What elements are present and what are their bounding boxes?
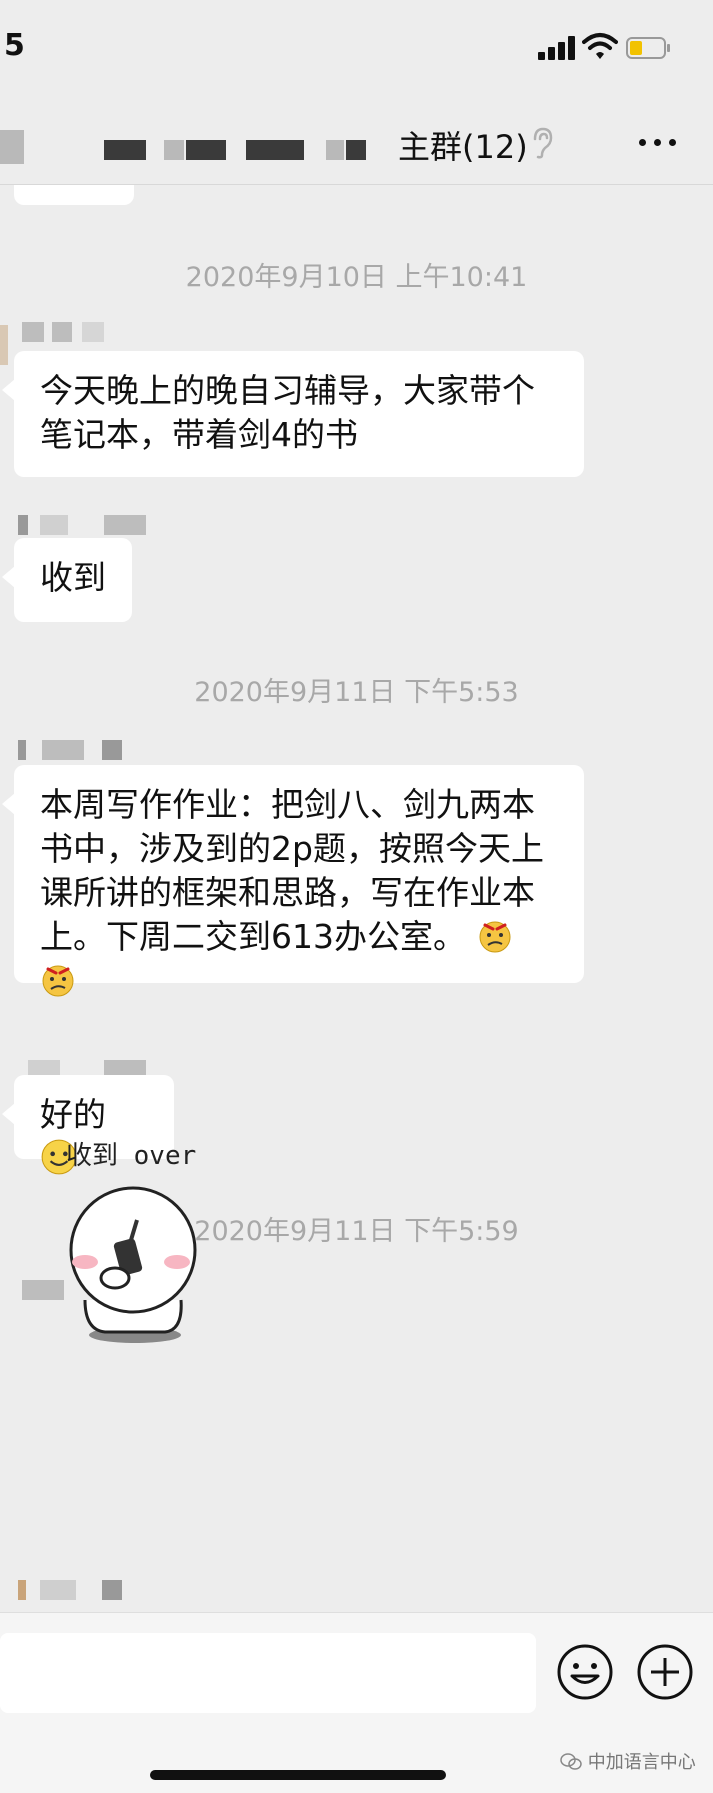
signal-icon xyxy=(538,36,576,60)
redacted-name xyxy=(326,140,344,160)
ear-icon xyxy=(533,127,553,159)
redacted-name xyxy=(346,140,366,160)
walkie-talkie-sticker[interactable] xyxy=(55,1180,215,1350)
sender-name xyxy=(18,515,148,537)
message-text: 本周写作作业：把剑八、剑九两本书中，涉及到的2p题，按照今天上课所讲的框架和思路… xyxy=(40,785,544,956)
status-time: 5 xyxy=(4,28,25,63)
timestamp: 2020年9月10日 上午10:41 xyxy=(185,262,528,293)
timestamp: 2020年9月11日 下午5:53 xyxy=(194,677,519,708)
sender-name xyxy=(18,740,148,762)
avatar xyxy=(0,325,8,365)
battery-icon xyxy=(626,37,670,59)
home-indicator[interactable] xyxy=(150,1770,446,1780)
cropped-message-bubble xyxy=(14,185,134,205)
plus-button[interactable] xyxy=(636,1643,694,1701)
message-bubble[interactable]: 收到 xyxy=(2,538,132,622)
sender-name xyxy=(22,322,142,344)
message-text: 好的 xyxy=(40,1095,106,1134)
emoji-button[interactable] xyxy=(556,1643,614,1701)
redacted-name xyxy=(104,140,146,160)
status-bar: 5 xyxy=(0,0,713,100)
frowning-face-emoji xyxy=(479,921,510,953)
wifi-icon xyxy=(582,33,618,59)
redacted-name xyxy=(186,140,226,160)
chat-header: 主群(12) xyxy=(0,100,713,185)
watermark: 中加语言中心 xyxy=(560,1748,696,1774)
back-button[interactable] xyxy=(0,130,24,164)
frowning-face-emoji xyxy=(42,965,74,997)
watermark-text: 中加语言中心 xyxy=(587,1752,696,1773)
message-input[interactable] xyxy=(0,1633,536,1713)
wechat-logo-icon xyxy=(560,1753,582,1770)
chat-title[interactable]: 主群(12) xyxy=(398,122,528,168)
sender-name xyxy=(18,1580,148,1602)
message-bubble[interactable]: 本周写作作业：把剑八、剑九两本书中，涉及到的2p题，按照今天上课所讲的框架和思路… xyxy=(2,765,584,997)
input-bar: 中加语言中心 xyxy=(0,1612,713,1793)
chat-messages: 2020年9月10日 上午10:41 今天晚上的晚自习辅导，大家带个笔记本，带着… xyxy=(0,185,713,1610)
more-icon[interactable] xyxy=(636,136,680,150)
redacted-name xyxy=(164,140,184,160)
message-bubble[interactable]: 今天晚上的晚自习辅导，大家带个笔记本，带着剑4的书 xyxy=(2,351,584,477)
sticker-caption: 收到 over xyxy=(66,1141,197,1171)
redacted-name xyxy=(246,140,304,160)
